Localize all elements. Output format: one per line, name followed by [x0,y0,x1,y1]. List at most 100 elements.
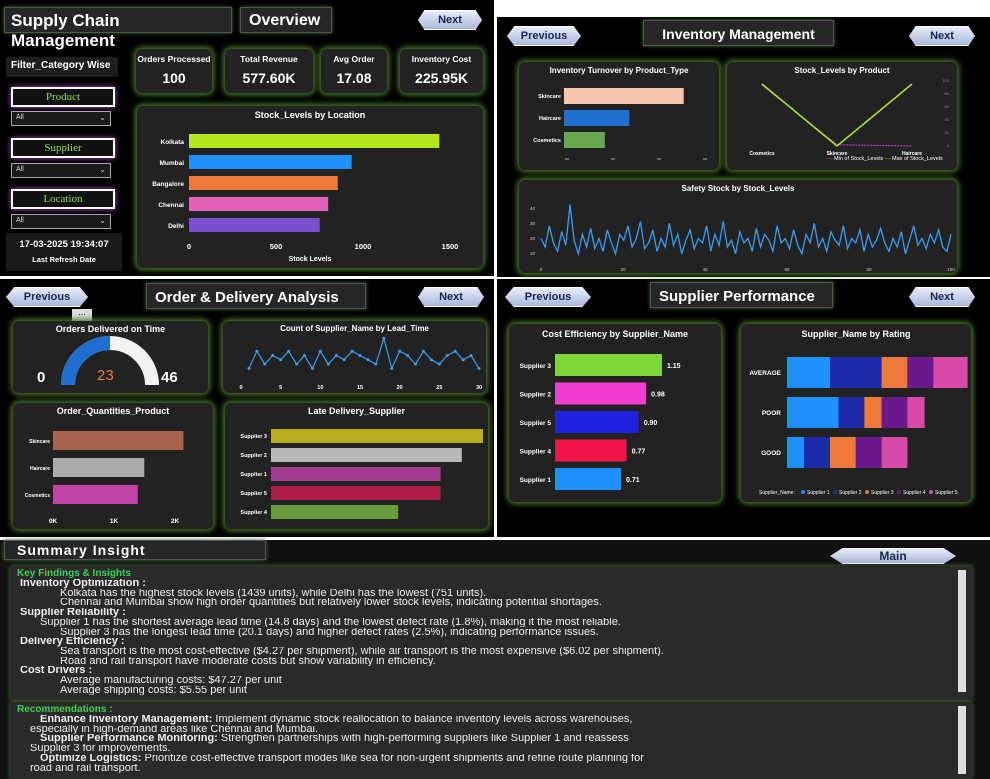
bar-segment [933,357,968,388]
chart-cost-efficiency: Cost Efficiency by Supplier_Name Supplie… [509,324,721,502]
series-line [540,204,952,257]
next-button[interactable]: Next [418,287,484,307]
bar-label: Delhi [168,223,184,230]
x-tick: 500 [270,242,283,251]
bar [53,431,184,450]
data-point [263,362,267,366]
bar-segment [907,357,934,388]
orders-panel: Previous ... Order & Delivery Analysis N… [0,279,494,537]
data-point [429,358,433,362]
x-tick [565,158,569,160]
chart-svg: Cosmetics Skincare Haircare 100 80 60 40 20 0 [749,78,950,157]
recommendation-text: especially in high-demand areas like Che… [30,724,318,735]
next-button[interactable]: Next [909,26,975,46]
bar [564,110,630,126]
bar [564,132,605,148]
data-point [453,349,457,353]
kpi-orders-processed: Orders Processed 100 [136,49,212,93]
slicer-product-dropdown[interactable]: All ⌄ [11,111,111,126]
recommendation-line: especially in high-demand areas like Che… [20,725,940,735]
bar-segment [787,357,830,388]
bar-label: Supplier 2 [240,453,267,459]
slicer-location-dropdown[interactable]: All ⌄ [11,214,111,229]
y-tick: 40 [945,117,950,122]
bar [555,411,639,433]
data-point [414,362,418,366]
bar-label: Cosmetics [25,493,51,499]
finding-line: Average shipping costs: $5.55 per unit [60,685,247,696]
recommendations-heading: Recommendations : [17,704,113,715]
data-label: 1.15 [667,363,681,370]
previous-button[interactable]: Previous [6,287,88,307]
x-tick: 0K [49,518,58,525]
chart-late-delivery-supplier: Late Delivery_Supplier Supplier 3 Supplie… [225,403,488,529]
y-tick: 30 [530,221,536,226]
recommendation-heading: Optimize Logistics: [40,753,142,764]
data-point [406,354,410,357]
finding-line: Road and rail transport have moderate co… [60,656,436,667]
bar-segment [881,397,908,428]
legend-marker [897,490,901,494]
bar-segment [864,397,882,428]
next-button[interactable]: Next [418,10,482,30]
legend-marker [833,490,837,494]
x-tick: 30 [476,385,482,391]
app-title: Supply Chain Management [4,7,232,50]
bar-segment [804,437,830,468]
main-button[interactable]: Main [830,548,956,564]
bar-label: GOOD [761,450,781,457]
slicer-location-value: All [16,217,24,224]
summary-panel: Summary Insight Main Key Findings & Insi… [0,540,990,779]
legend-marker [801,490,805,494]
bar [189,155,352,169]
slicer-location-label: Location [11,189,115,209]
bar [555,439,627,462]
bar [271,448,462,462]
data-label: 0.77 [632,449,646,456]
chart-svg: AVERAGE POOR GOOD Supplier_Name: Supplier 1 S… [749,357,968,496]
chart-svg [61,336,159,386]
bar-segment [855,437,882,468]
more-options[interactable]: ... [72,308,92,321]
filter-title: Filter_Category Wise [6,57,118,77]
recommendation-line: Supplier 3 for improvements. [20,744,940,754]
previous-button[interactable]: Previous [507,26,581,46]
gauge-orders-on-time: Orders Delivered on Time 0 23 46 [13,321,208,393]
chart-stock-by-product: Stock_Levels by Product — Min of Stock_L… [727,62,957,170]
y-tick: 60 [945,104,950,109]
x-tick: 25 [436,385,442,391]
bar-label: Cosmetics [533,138,561,144]
x-tick: 5 [279,385,282,391]
chart-svg: 0 5 10 15 20 25 30 [239,336,482,391]
x-tick [703,158,707,160]
next-button[interactable]: Next [909,287,975,307]
legend-marker [929,490,933,494]
data-point [437,362,441,366]
bar-label: Skincare [29,439,50,445]
bar-label: Supplier 5 [520,420,552,427]
summary-title: Summary Insight [4,540,266,560]
kpi-label: Avg Order [333,54,375,64]
scrollbar[interactable] [958,706,966,774]
slicer-product-value: All [16,114,24,121]
chart-svg: Supplier 3 Supplier 2 Supplier 1 Supplier 5… [240,429,483,519]
x-tick: 20 [620,267,626,272]
finding-heading: Cost Drivers : [20,666,93,676]
bar-label: Haircare [539,116,561,122]
bar-label: AVERAGE [749,370,781,377]
overview-panel: Supply Chain Management Overview Next Fi… [0,0,494,276]
recommendation-line: Enhance Inventory Management: Implement … [20,715,940,725]
bar [53,458,145,477]
bar-label: Supplier 5 [240,491,267,497]
recommendation-heading: Enhance Inventory Management: [40,715,213,725]
previous-button[interactable]: Previous [505,287,591,307]
data-point [255,349,259,353]
scrollbar[interactable] [958,570,966,692]
chevron-down-icon: ⌄ [99,113,106,122]
bar [271,429,483,443]
bar-segment [787,397,839,428]
data-point [326,362,330,366]
bar [189,218,320,232]
bar [189,176,338,190]
slicer-supplier-dropdown[interactable]: All ⌄ [11,163,111,178]
